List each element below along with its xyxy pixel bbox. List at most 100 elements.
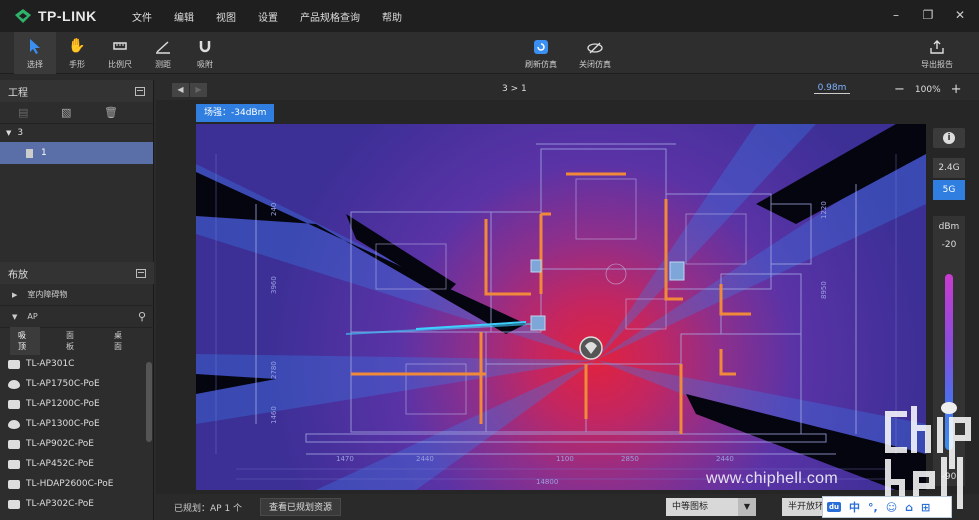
ap-list: TL-AP301C TL-AP1750C-PoE TL-AP1200C-PoE … [0,354,154,514]
tree-root-label: 3 [17,128,24,138]
ap-item-label: TL-AP1300C-PoE [26,419,100,429]
measure-tool-button[interactable]: 测距 [142,32,184,74]
ap-item-ap1200c[interactable]: TL-AP1200C-PoE [0,394,154,414]
refresh-simulation-label: 刷新仿真 [525,60,557,69]
ime-emoji[interactable]: ☺ [886,501,897,514]
placement-panel-header: 布放 [0,262,154,284]
ap-item-ap301c[interactable]: TL-AP301C [0,354,154,374]
export-report-label: 导出报告 [921,60,953,69]
select-tool-button[interactable]: 选择 [14,32,56,74]
collapse-panel-icon[interactable] [135,86,145,96]
chevron-down-icon[interactable]: ▼ [738,498,756,516]
tab-ceiling[interactable]: 吸顶 [10,327,40,355]
tplink-logo-icon [15,9,31,23]
legend-max: -20 [941,240,957,250]
view-header: ◀ ▶ 3 > 1 0.98m − 100% + [156,80,979,100]
menu-file[interactable]: 文件 [132,9,152,24]
hand-icon: ✋ [68,38,86,54]
snap-tool-label: 吸附 [197,60,213,69]
half-open-label: 半开放环 [788,502,825,512]
canvas-area: ◀ ▶ 3 > 1 0.98m − 100% + 场强：-34dBm 1470 … [156,80,979,520]
zoom-in-icon[interactable]: + [951,82,962,97]
icon-size-select[interactable]: 中等图标 ▼ [666,498,756,516]
dimension-label: 2440 [716,455,734,463]
ap-item-ap452c[interactable]: TL-AP452C-PoE [0,454,154,474]
ap-device-icon [8,399,20,409]
ap-category-label: AP [27,312,38,321]
refresh-simulation-button[interactable]: 刷新仿真 [520,32,562,74]
dimension-label: 2780 [270,361,278,379]
back-icon[interactable]: ◀ [172,83,189,97]
ime-chinese-toggle[interactable]: 中 [849,499,860,515]
mount-tabs: 吸顶 面板 桌面 [0,327,154,355]
ap-device-icon [8,359,20,369]
obstacle-category[interactable]: ▶ 室内障碍物 [0,284,154,306]
add-folder-icon[interactable]: ▤ [18,106,30,119]
scale-indicator[interactable]: 0.98m [814,83,850,94]
hand-tool-button[interactable]: ✋ 手形 [56,32,98,74]
ime-badge[interactable]: du [827,502,841,512]
add-file-icon[interactable]: ▧ [61,106,73,119]
ap-list-scrollbar[interactable] [146,362,152,442]
measure-tool-label: 测距 [155,60,171,69]
cursor-icon [30,39,40,54]
dimension-label: 8950 [820,281,828,299]
search-icon[interactable]: ⚲ [138,310,146,323]
dimension-label: 1100 [556,455,574,463]
ap-device-icon [8,439,20,449]
menu-settings[interactable]: 设置 [258,9,278,24]
ap-item-ap1750c[interactable]: TL-AP1750C-PoE [0,374,154,394]
tab-panel[interactable]: 面板 [58,327,88,355]
window-controls: – ❐ ✕ [871,8,967,22]
minimize-icon[interactable]: – [889,8,903,22]
ime-menu[interactable]: ⊞ [921,501,930,514]
ime-punctuation[interactable]: °, [868,501,878,514]
heatmap-floorplan[interactable]: 1470 2440 1100 2850 2440 14800 240 3960 … [196,124,926,490]
band-2g-button[interactable]: 2.4G [933,158,965,178]
export-report-button[interactable]: 导出报告 [916,32,958,74]
tab-desktop[interactable]: 桌面 [106,327,136,355]
tree-root-item[interactable]: ▼ 3 [0,124,153,142]
planned-count: 已规划：AP 1 个 [174,503,243,514]
snap-tool-button[interactable]: 吸附 [184,32,226,74]
ap-item-label: TL-AP902C-PoE [26,439,94,449]
expand-arrow-icon[interactable]: ▼ [6,129,11,137]
dimension-label: 2850 [621,455,639,463]
info-button[interactable]: i [933,128,965,148]
close-simulation-button[interactable]: 关闭仿真 [574,32,616,74]
forward-icon[interactable]: ▶ [190,83,207,97]
menu-product-spec[interactable]: 产品规格查询 [300,9,360,24]
project-panel-title: 工程 [8,87,28,99]
placement-section: 布放 ▶ 室内障碍物 ▼ AP ⚲ 吸顶 面板 桌面 TL-AP301C TL-A… [0,262,154,514]
document-icon [26,148,33,158]
view-planned-button[interactable]: 查看已规划资源 [260,498,342,516]
menu-view[interactable]: 视图 [216,9,236,24]
ruler-tool-button[interactable]: 比例尺 [99,32,141,74]
menu-edit[interactable]: 编辑 [174,9,194,24]
app-logo: TP-LINK [14,8,124,24]
band-5g-button[interactable]: 5G [933,180,965,200]
logo-text: TP-LINK [38,8,97,24]
ap-item-label: TL-AP1200C-PoE [26,399,100,409]
zoom-out-icon[interactable]: − [894,82,905,97]
ruler-tool-label: 比例尺 [108,60,132,69]
close-icon[interactable]: ✕ [953,8,967,22]
close-simulation-label: 关闭仿真 [579,60,611,69]
ap-item-hdap2600c[interactable]: TL-HDAP2600C-PoE [0,474,154,494]
ap-device-icon [8,499,20,509]
ap-item-ap902c[interactable]: TL-AP902C-PoE [0,434,154,454]
tree-child-item[interactable]: 1 [0,142,153,164]
title-bar: TP-LINK 文件 编辑 视图 设置 产品规格查询 帮助 – ❐ ✕ [0,0,979,32]
ime-skin[interactable]: ⌂ [905,501,913,514]
dimension-label: 2440 [416,455,434,463]
dimension-label: 3960 [270,276,278,294]
restore-icon[interactable]: ❐ [921,8,935,22]
collapse-placement-icon[interactable] [136,268,146,278]
ap-item-ap302c[interactable]: TL-AP302C-PoE [0,494,154,514]
delete-icon[interactable]: 🗑 [104,106,118,119]
watermark-url: www.chiphell.com [706,470,838,487]
menu-help[interactable]: 帮助 [382,9,402,24]
ap-category[interactable]: ▼ AP ⚲ [0,306,154,328]
ap-item-ap1300c[interactable]: TL-AP1300C-PoE [0,414,154,434]
access-point-marker[interactable] [579,336,603,360]
